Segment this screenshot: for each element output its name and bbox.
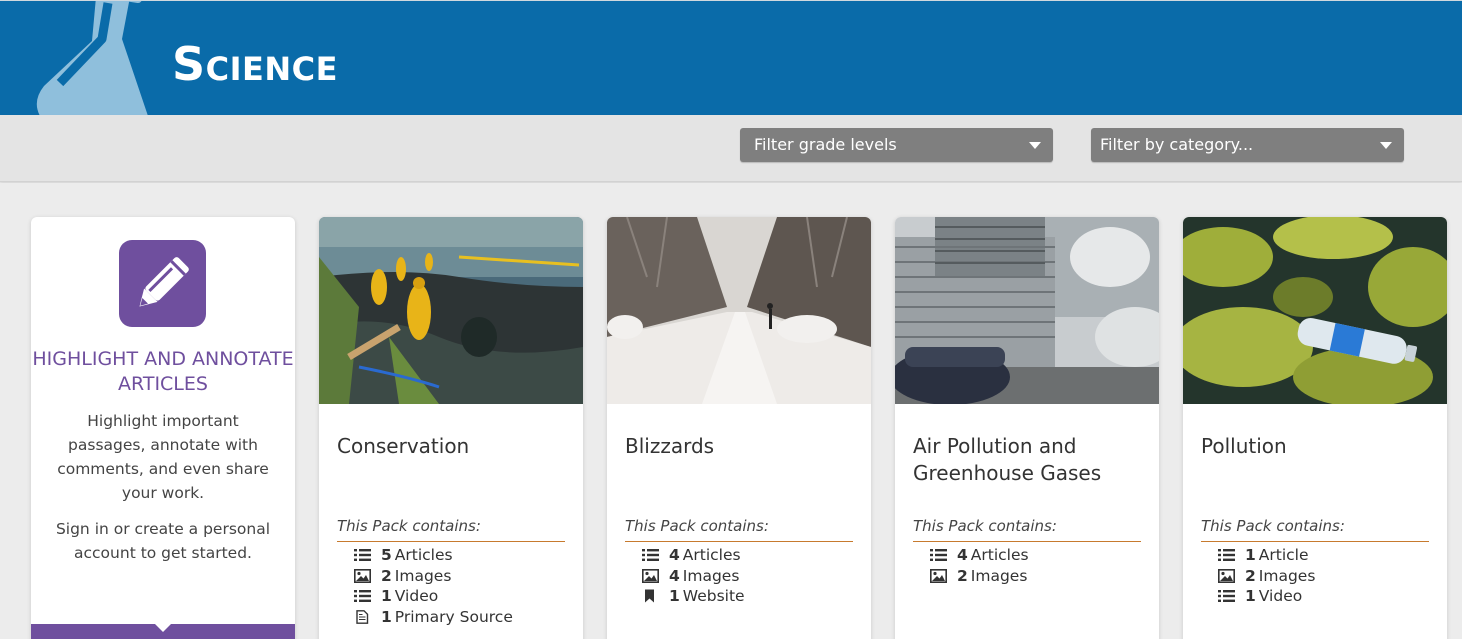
card-image-conservation bbox=[319, 217, 583, 404]
card-title[interactable]: Pollution bbox=[1201, 433, 1431, 460]
category-filter-label: Filter by category... bbox=[1100, 135, 1254, 154]
promo-description: Highlight important passages, annotate w… bbox=[57, 412, 269, 502]
list-icon bbox=[930, 549, 947, 561]
card-title[interactable]: Air Pollution and Greenhouse Gases bbox=[913, 433, 1143, 487]
list-item: 2 Images bbox=[354, 566, 513, 587]
list-item: 1 Video bbox=[354, 586, 513, 607]
grade-filter-dropdown[interactable]: Filter grade levels bbox=[740, 128, 1053, 162]
chevron-down-icon bbox=[1380, 142, 1392, 149]
list-item: 2 Images bbox=[1218, 566, 1315, 587]
list-icon bbox=[1218, 549, 1235, 561]
list-item: 2 Images bbox=[930, 566, 1029, 587]
filter-bar: Filter grade levels Filter by category..… bbox=[0, 115, 1462, 182]
document-icon bbox=[356, 609, 369, 624]
pack-contents-list: 5 Articles 2 Images 1 Video 1 Primary Source bbox=[354, 545, 513, 627]
page-header: Science bbox=[0, 0, 1462, 115]
card-title[interactable]: Conservation bbox=[337, 433, 567, 460]
card-title[interactable]: Blizzards bbox=[625, 433, 855, 460]
pack-card-pollution[interactable]: Pollution This Pack contains: 1 Article 2… bbox=[1183, 217, 1447, 639]
list-icon bbox=[354, 590, 371, 602]
pack-contains-label: This Pack contains: bbox=[913, 517, 1141, 542]
grade-filter-label: Filter grade levels bbox=[754, 135, 897, 154]
list-icon bbox=[1218, 590, 1235, 602]
bookmark-icon bbox=[645, 589, 654, 603]
list-icon bbox=[354, 549, 371, 561]
list-item: 1 Primary Source bbox=[354, 607, 513, 628]
image-icon bbox=[930, 568, 947, 583]
flask-icon bbox=[36, 1, 148, 115]
list-item: 1 Video bbox=[1218, 586, 1315, 607]
list-item: 1 Website bbox=[642, 586, 745, 607]
list-item: 4 Articles bbox=[930, 545, 1029, 566]
pack-contents-list: 1 Article 2 Images 1 Video bbox=[1218, 545, 1315, 607]
page-title: Science bbox=[172, 37, 339, 91]
image-icon bbox=[642, 568, 659, 583]
pack-contents-list: 4 Articles 4 Images 1 Website bbox=[642, 545, 745, 607]
list-item: 4 Images bbox=[642, 566, 745, 587]
chevron-down-icon bbox=[1029, 142, 1041, 149]
pack-contains-label: This Pack contains: bbox=[1201, 517, 1429, 542]
card-image-pollution bbox=[1183, 217, 1447, 404]
image-icon bbox=[354, 568, 371, 583]
pencil-icon bbox=[119, 240, 206, 327]
category-filter-dropdown[interactable]: Filter by category... bbox=[1091, 128, 1404, 162]
promo-title: Highlight and annotate articles bbox=[32, 348, 294, 395]
promo-signin-text: Sign in or create a personal account to … bbox=[55, 520, 271, 562]
pack-contents-list: 4 Articles 2 Images bbox=[930, 545, 1029, 586]
pack-contains-label: This Pack contains: bbox=[337, 517, 565, 542]
pack-card-conservation[interactable]: Conservation This Pack contains: 5 Articl… bbox=[319, 217, 583, 639]
list-item: 1 Article bbox=[1218, 545, 1315, 566]
promo-notch bbox=[155, 624, 171, 632]
pack-grid: Highlight and annotate articles Highligh… bbox=[0, 183, 1462, 639]
list-icon bbox=[642, 549, 659, 561]
card-image-air-pollution bbox=[895, 217, 1159, 404]
annotate-promo-card[interactable]: Highlight and annotate articles Highligh… bbox=[31, 217, 295, 639]
card-image-blizzards bbox=[607, 217, 871, 404]
pack-card-blizzards[interactable]: Blizzards This Pack contains: 4 Articles … bbox=[607, 217, 871, 639]
image-icon bbox=[1218, 568, 1235, 583]
list-item: 4 Articles bbox=[642, 545, 745, 566]
list-item: 5 Articles bbox=[354, 545, 513, 566]
pack-contains-label: This Pack contains: bbox=[625, 517, 853, 542]
pack-card-air-pollution[interactable]: Air Pollution and Greenhouse Gases This … bbox=[895, 217, 1159, 639]
